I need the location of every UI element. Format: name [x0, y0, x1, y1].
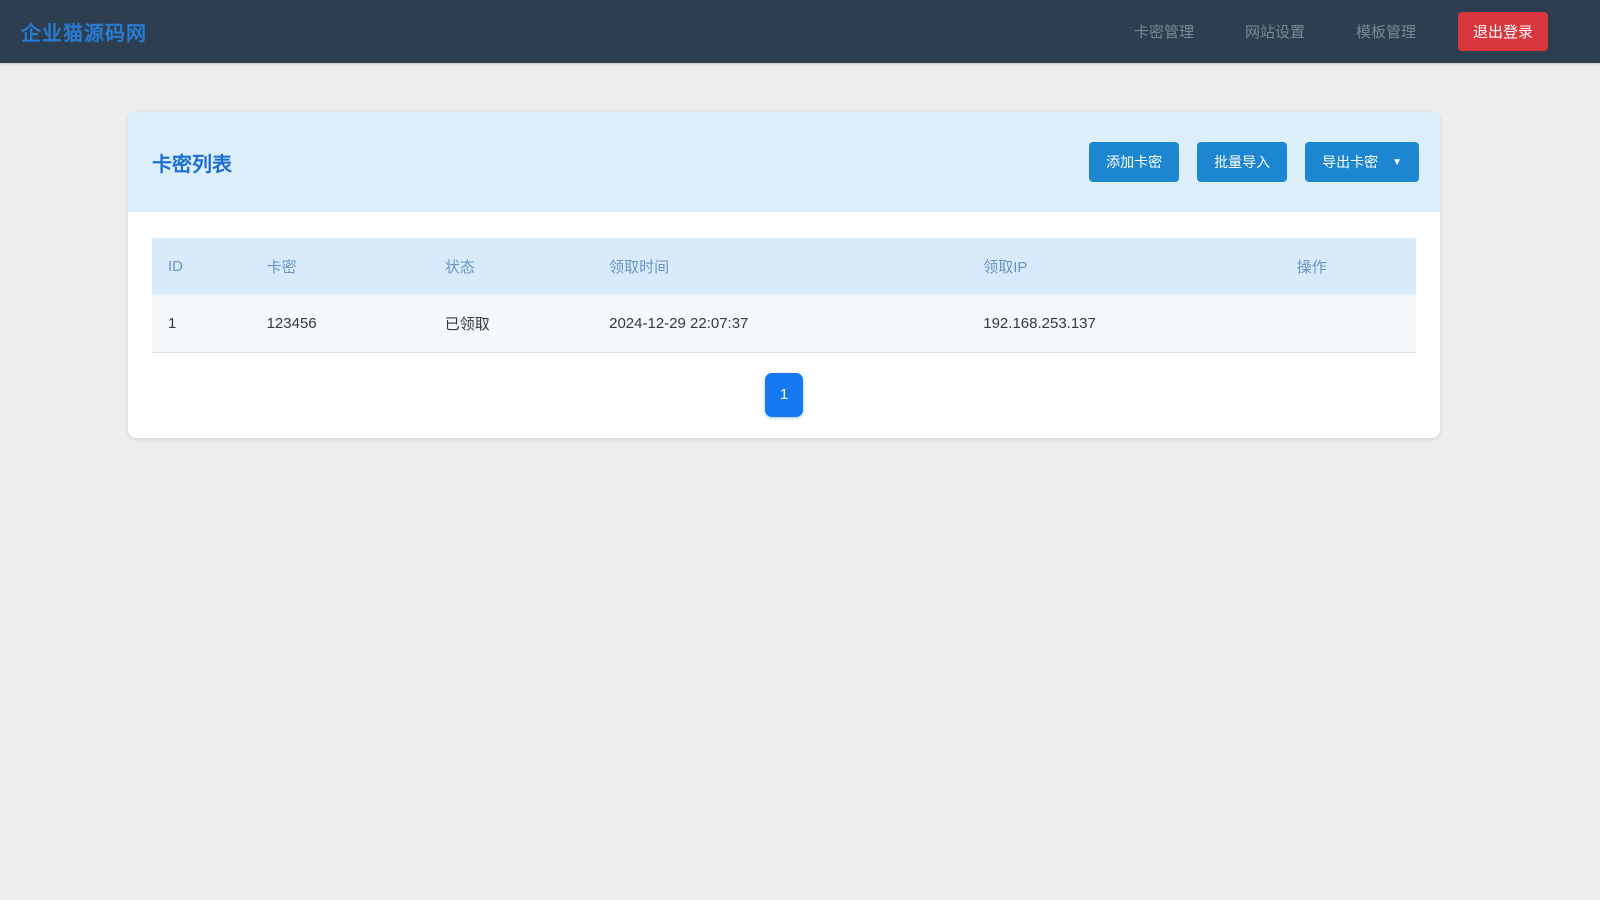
- navbar-links: 卡密管理 网站设置 模板管理 退出登录: [1083, 12, 1548, 51]
- panel-header: 卡密列表 添加卡密 批量导入 导出卡密 ▼: [128, 112, 1440, 212]
- card-key-list-panel: 卡密列表 添加卡密 批量导入 导出卡密 ▼ ID 卡密 状态 领取时间: [128, 112, 1440, 438]
- nav-item-site-settings[interactable]: 网站设置: [1245, 21, 1305, 42]
- main-content: 卡密列表 添加卡密 批量导入 导出卡密 ▼ ID 卡密 状态 领取时间: [128, 112, 1440, 438]
- batch-import-button[interactable]: 批量导入: [1197, 142, 1287, 182]
- add-card-key-button[interactable]: 添加卡密: [1089, 142, 1179, 182]
- cell-card-key: 123456: [251, 295, 429, 352]
- column-header-status: 状态: [429, 238, 593, 295]
- column-header-claim-ip: 领取IP: [967, 238, 1280, 295]
- pagination-page-1-button[interactable]: 1: [765, 373, 803, 417]
- export-button-label: 导出卡密: [1322, 152, 1378, 172]
- logout-button[interactable]: 退出登录: [1458, 12, 1548, 51]
- cell-claim-ip: 192.168.253.137: [967, 295, 1280, 352]
- panel-body: ID 卡密 状态 领取时间 领取IP 操作 1 123456 已领取 2024-…: [128, 212, 1440, 438]
- export-card-key-dropdown-button[interactable]: 导出卡密 ▼: [1305, 142, 1419, 182]
- cell-actions: [1281, 295, 1416, 352]
- cell-claim-time: 2024-12-29 22:07:37: [593, 295, 967, 352]
- top-navbar: 企业猫源码网 卡密管理 网站设置 模板管理 退出登录: [0, 0, 1600, 63]
- table-body: 1 123456 已领取 2024-12-29 22:07:37 192.168…: [152, 295, 1416, 352]
- cell-id: 1: [152, 295, 251, 352]
- caret-down-icon: ▼: [1392, 157, 1402, 168]
- brand-logo[interactable]: 企业猫源码网: [21, 17, 147, 46]
- table-row: 1 123456 已领取 2024-12-29 22:07:37 192.168…: [152, 295, 1416, 352]
- column-header-id: ID: [152, 238, 251, 295]
- card-key-table: ID 卡密 状态 领取时间 领取IP 操作 1 123456 已领取 2024-…: [152, 238, 1416, 353]
- column-header-claim-time: 领取时间: [593, 238, 967, 295]
- nav-item-template-management[interactable]: 模板管理: [1356, 21, 1416, 42]
- nav-item-card-key-management[interactable]: 卡密管理: [1134, 21, 1194, 42]
- panel-actions: 添加卡密 批量导入 导出卡密 ▼: [1071, 142, 1419, 182]
- column-header-actions: 操作: [1281, 238, 1416, 295]
- page-title: 卡密列表: [152, 148, 232, 177]
- table-header: ID 卡密 状态 领取时间 领取IP 操作: [152, 238, 1416, 295]
- column-header-card-key: 卡密: [251, 238, 429, 295]
- cell-status: 已领取: [429, 295, 593, 352]
- pagination: 1: [152, 373, 1416, 417]
